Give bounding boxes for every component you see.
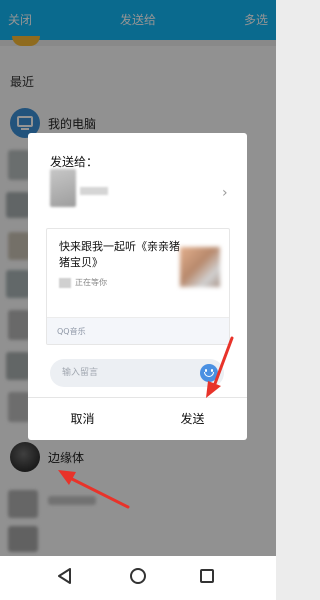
recent-square-icon[interactable] bbox=[200, 569, 214, 583]
arrow-icon bbox=[206, 336, 234, 398]
annotation-arrows bbox=[58, 336, 234, 509]
arrow-icon bbox=[58, 470, 130, 509]
home-circle-icon[interactable] bbox=[130, 568, 146, 584]
navigation-bar bbox=[0, 556, 276, 600]
back-triangle-icon[interactable] bbox=[58, 568, 72, 584]
